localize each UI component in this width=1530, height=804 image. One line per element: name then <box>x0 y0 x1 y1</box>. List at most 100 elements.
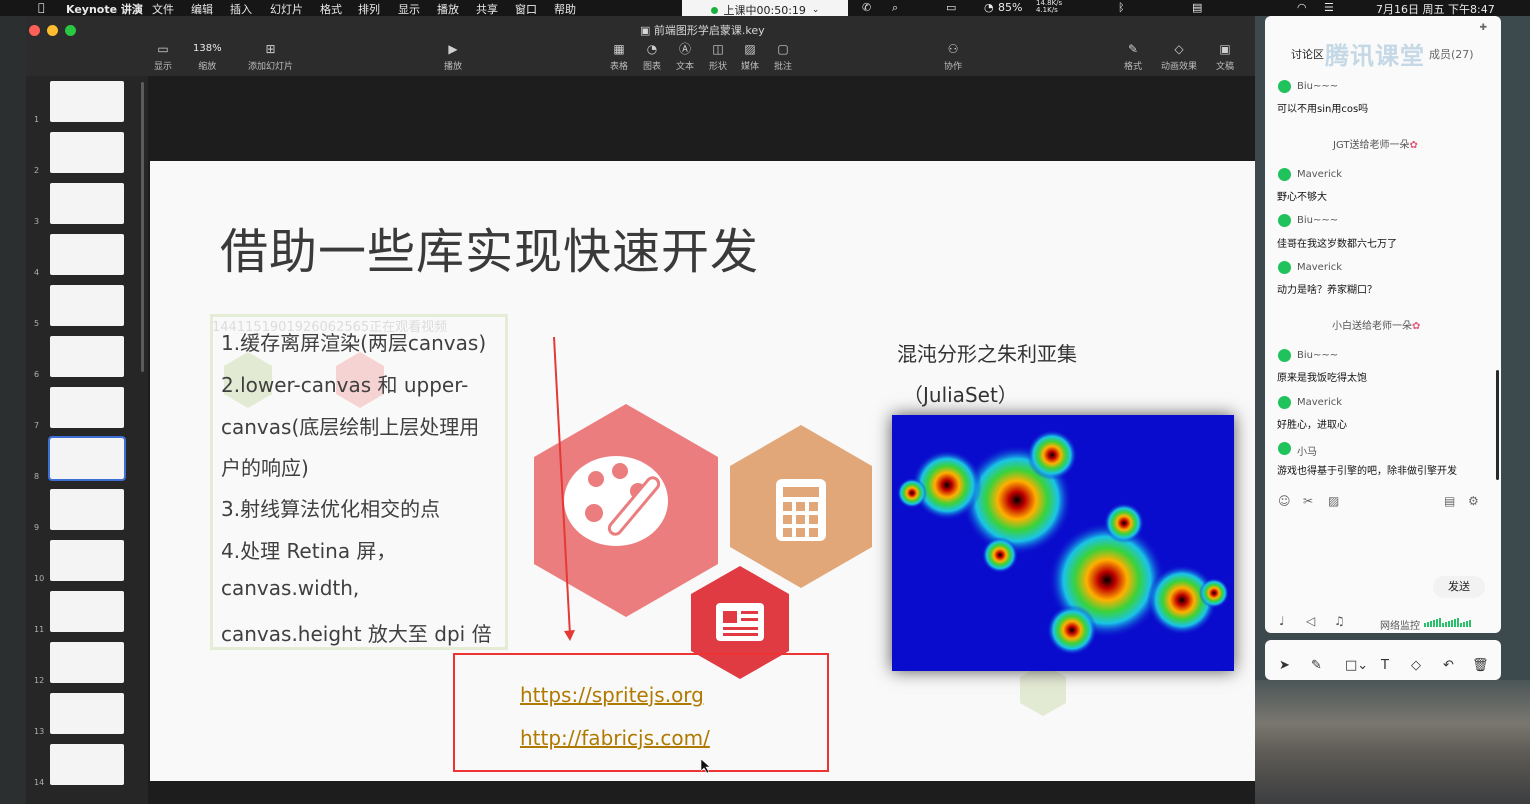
slide-title[interactable]: 借助一些库实现快速开发 <box>220 212 759 282</box>
slide-thumbnail[interactable] <box>50 489 124 530</box>
slide-number: 10 <box>34 574 45 583</box>
menu-play[interactable]: 播放 <box>437 1 459 17</box>
spritejs-link[interactable]: https://spritejs.org <box>520 683 704 707</box>
add-slide-button[interactable]: ⊞ 添加幻灯片 <box>248 42 293 72</box>
animate-button[interactable]: ◇ 动画效果 <box>1161 42 1197 72</box>
network-bar <box>1463 622 1465 627</box>
bullet-line-5: 3.射线算法优化相交的点 <box>221 497 441 521</box>
pointer-tool-icon[interactable]: ➤ <box>1279 658 1290 673</box>
trash-icon[interactable]: 🗑 <box>1472 658 1489 673</box>
text-tool-icon[interactable]: T <box>1381 658 1389 673</box>
navigator-scrollbar[interactable] <box>141 82 144 372</box>
network-monitor-label: 网络监控 <box>1380 621 1420 632</box>
send-button[interactable]: 发送 <box>1433 576 1485 598</box>
text-button[interactable]: Ⓐ 文本 <box>676 42 694 72</box>
menu-arrange[interactable]: 排列 <box>358 1 380 17</box>
text-label: 文本 <box>676 62 695 72</box>
chat-message: 可以不用sin用cos吗 <box>1277 104 1369 115</box>
chart-button[interactable]: ◔ 图表 <box>643 42 661 72</box>
zoom-value: 138% <box>193 43 222 54</box>
document-icon: ▣ <box>1219 42 1231 56</box>
settings-icon[interactable]: ⚙ <box>1468 494 1479 508</box>
menu-app[interactable]: Keynote 讲演 <box>66 1 143 17</box>
microphone-icon[interactable]: ♩ <box>1279 614 1285 628</box>
music-icon[interactable]: ♫ <box>1334 614 1345 628</box>
user-avatar-icon <box>1278 168 1291 181</box>
play-button[interactable]: ▶ 播放 <box>444 42 462 72</box>
desktop-strip <box>0 16 26 804</box>
slide-thumbnail[interactable] <box>50 591 124 632</box>
view-button[interactable]: ▭ 显示 <box>154 42 172 72</box>
menu-edit[interactable]: 编辑 <box>191 1 213 17</box>
flag-icon[interactable]: ▤ <box>1192 1 1202 14</box>
network-bar <box>1439 618 1441 627</box>
speaker-icon[interactable]: ◁ <box>1306 614 1315 628</box>
slide-thumbnail[interactable] <box>50 183 124 224</box>
document-button[interactable]: ▣ 文稿 <box>1216 42 1234 72</box>
zoom-button[interactable]: 138% 缩放 <box>193 42 222 72</box>
slide-thumbnail[interactable] <box>50 132 124 173</box>
slide-number: 6 <box>34 370 40 379</box>
chat-username: Maverick <box>1297 262 1343 273</box>
menu-file[interactable]: 文件 <box>152 1 174 17</box>
menu-slide[interactable]: 幻灯片 <box>270 1 303 17</box>
control-center-icon[interactable]: ☰ <box>1324 1 1334 14</box>
wechat-icon[interactable]: ✆ <box>862 1 871 14</box>
tab-discussion[interactable]: 讨论区 <box>1291 46 1324 62</box>
network-bars <box>1424 618 1471 627</box>
media-icon: ▨ <box>744 42 756 56</box>
shape-icon: ◫ <box>712 42 724 56</box>
collaborate-button[interactable]: ⚇ 协作 <box>944 42 962 72</box>
slide-thumbnail[interactable] <box>50 642 124 683</box>
slide-thumbnail[interactable] <box>50 336 124 377</box>
minimize-window-button[interactable] <box>47 25 58 36</box>
network-bar <box>1424 623 1426 627</box>
slide-thumbnail[interactable] <box>48 436 126 481</box>
menu-help[interactable]: 帮助 <box>554 1 576 17</box>
bullet-line-4: 户的响应) <box>221 456 309 480</box>
menu-format[interactable]: 格式 <box>320 1 342 17</box>
zoom-window-button[interactable] <box>65 25 76 36</box>
menu-insert[interactable]: 插入 <box>230 1 252 17</box>
fractal-graphic <box>897 430 1229 655</box>
user-avatar-icon <box>1278 442 1291 455</box>
close-window-button[interactable] <box>29 25 40 36</box>
eraser-tool-icon[interactable]: ◇ <box>1411 658 1421 673</box>
chat-scrollbar[interactable] <box>1496 370 1499 480</box>
image-icon[interactable]: ▨ <box>1328 494 1339 508</box>
julia-set-image[interactable] <box>892 415 1234 671</box>
pen-tool-icon[interactable]: ✎ <box>1311 658 1322 673</box>
gift-notice: JGT送给老师一朵✿ <box>1333 136 1418 151</box>
media-button[interactable]: ▨ 媒体 <box>741 42 759 72</box>
gift-notice: 小白送给老师一朵✿ <box>1332 317 1420 332</box>
format-button[interactable]: ✎ 格式 <box>1124 42 1142 72</box>
comment-button[interactable]: ▢ 批注 <box>774 42 792 72</box>
scissors-icon[interactable]: ✂ <box>1303 494 1313 508</box>
search-icon[interactable]: ⌕ <box>892 1 898 15</box>
bluetooth-icon[interactable]: ᛒ <box>1118 1 1125 14</box>
emoji-icon[interactable]: ☺ <box>1278 494 1291 508</box>
pin-icon[interactable]: ✚ <box>1479 23 1487 33</box>
network-bar <box>1451 620 1453 627</box>
slide-thumbnail[interactable] <box>50 285 124 326</box>
slide-thumbnail[interactable] <box>50 81 124 122</box>
chat-message: 佳哥在我这岁数都六七万了 <box>1277 239 1397 250</box>
slide-thumbnail[interactable] <box>50 234 124 275</box>
menu-view[interactable]: 显示 <box>398 1 420 17</box>
slide-thumbnail[interactable] <box>50 693 124 734</box>
fabricjs-link[interactable]: http://fabricjs.com/ <box>520 726 710 750</box>
menu-share[interactable]: 共享 <box>476 1 498 17</box>
slide-thumbnail[interactable] <box>50 744 124 785</box>
undo-icon[interactable]: ↶ <box>1443 658 1454 673</box>
shape-button[interactable]: ◫ 形状 <box>709 42 727 72</box>
slide-thumbnail[interactable] <box>50 387 124 428</box>
quick-reply-icon[interactable]: ▤ <box>1444 494 1455 508</box>
shape-tool-icon[interactable]: □⌄ <box>1345 658 1368 673</box>
table-button[interactable]: ▦ 表格 <box>610 42 628 72</box>
wifi-icon[interactable]: ◠ <box>1297 1 1307 14</box>
menu-window[interactable]: 窗口 <box>515 1 537 17</box>
flower-icon: ✿ <box>1412 321 1421 332</box>
tab-members[interactable]: 成员(27) <box>1429 46 1474 62</box>
apple-icon[interactable]:  <box>38 1 45 14</box>
slide-thumbnail[interactable] <box>50 540 124 581</box>
